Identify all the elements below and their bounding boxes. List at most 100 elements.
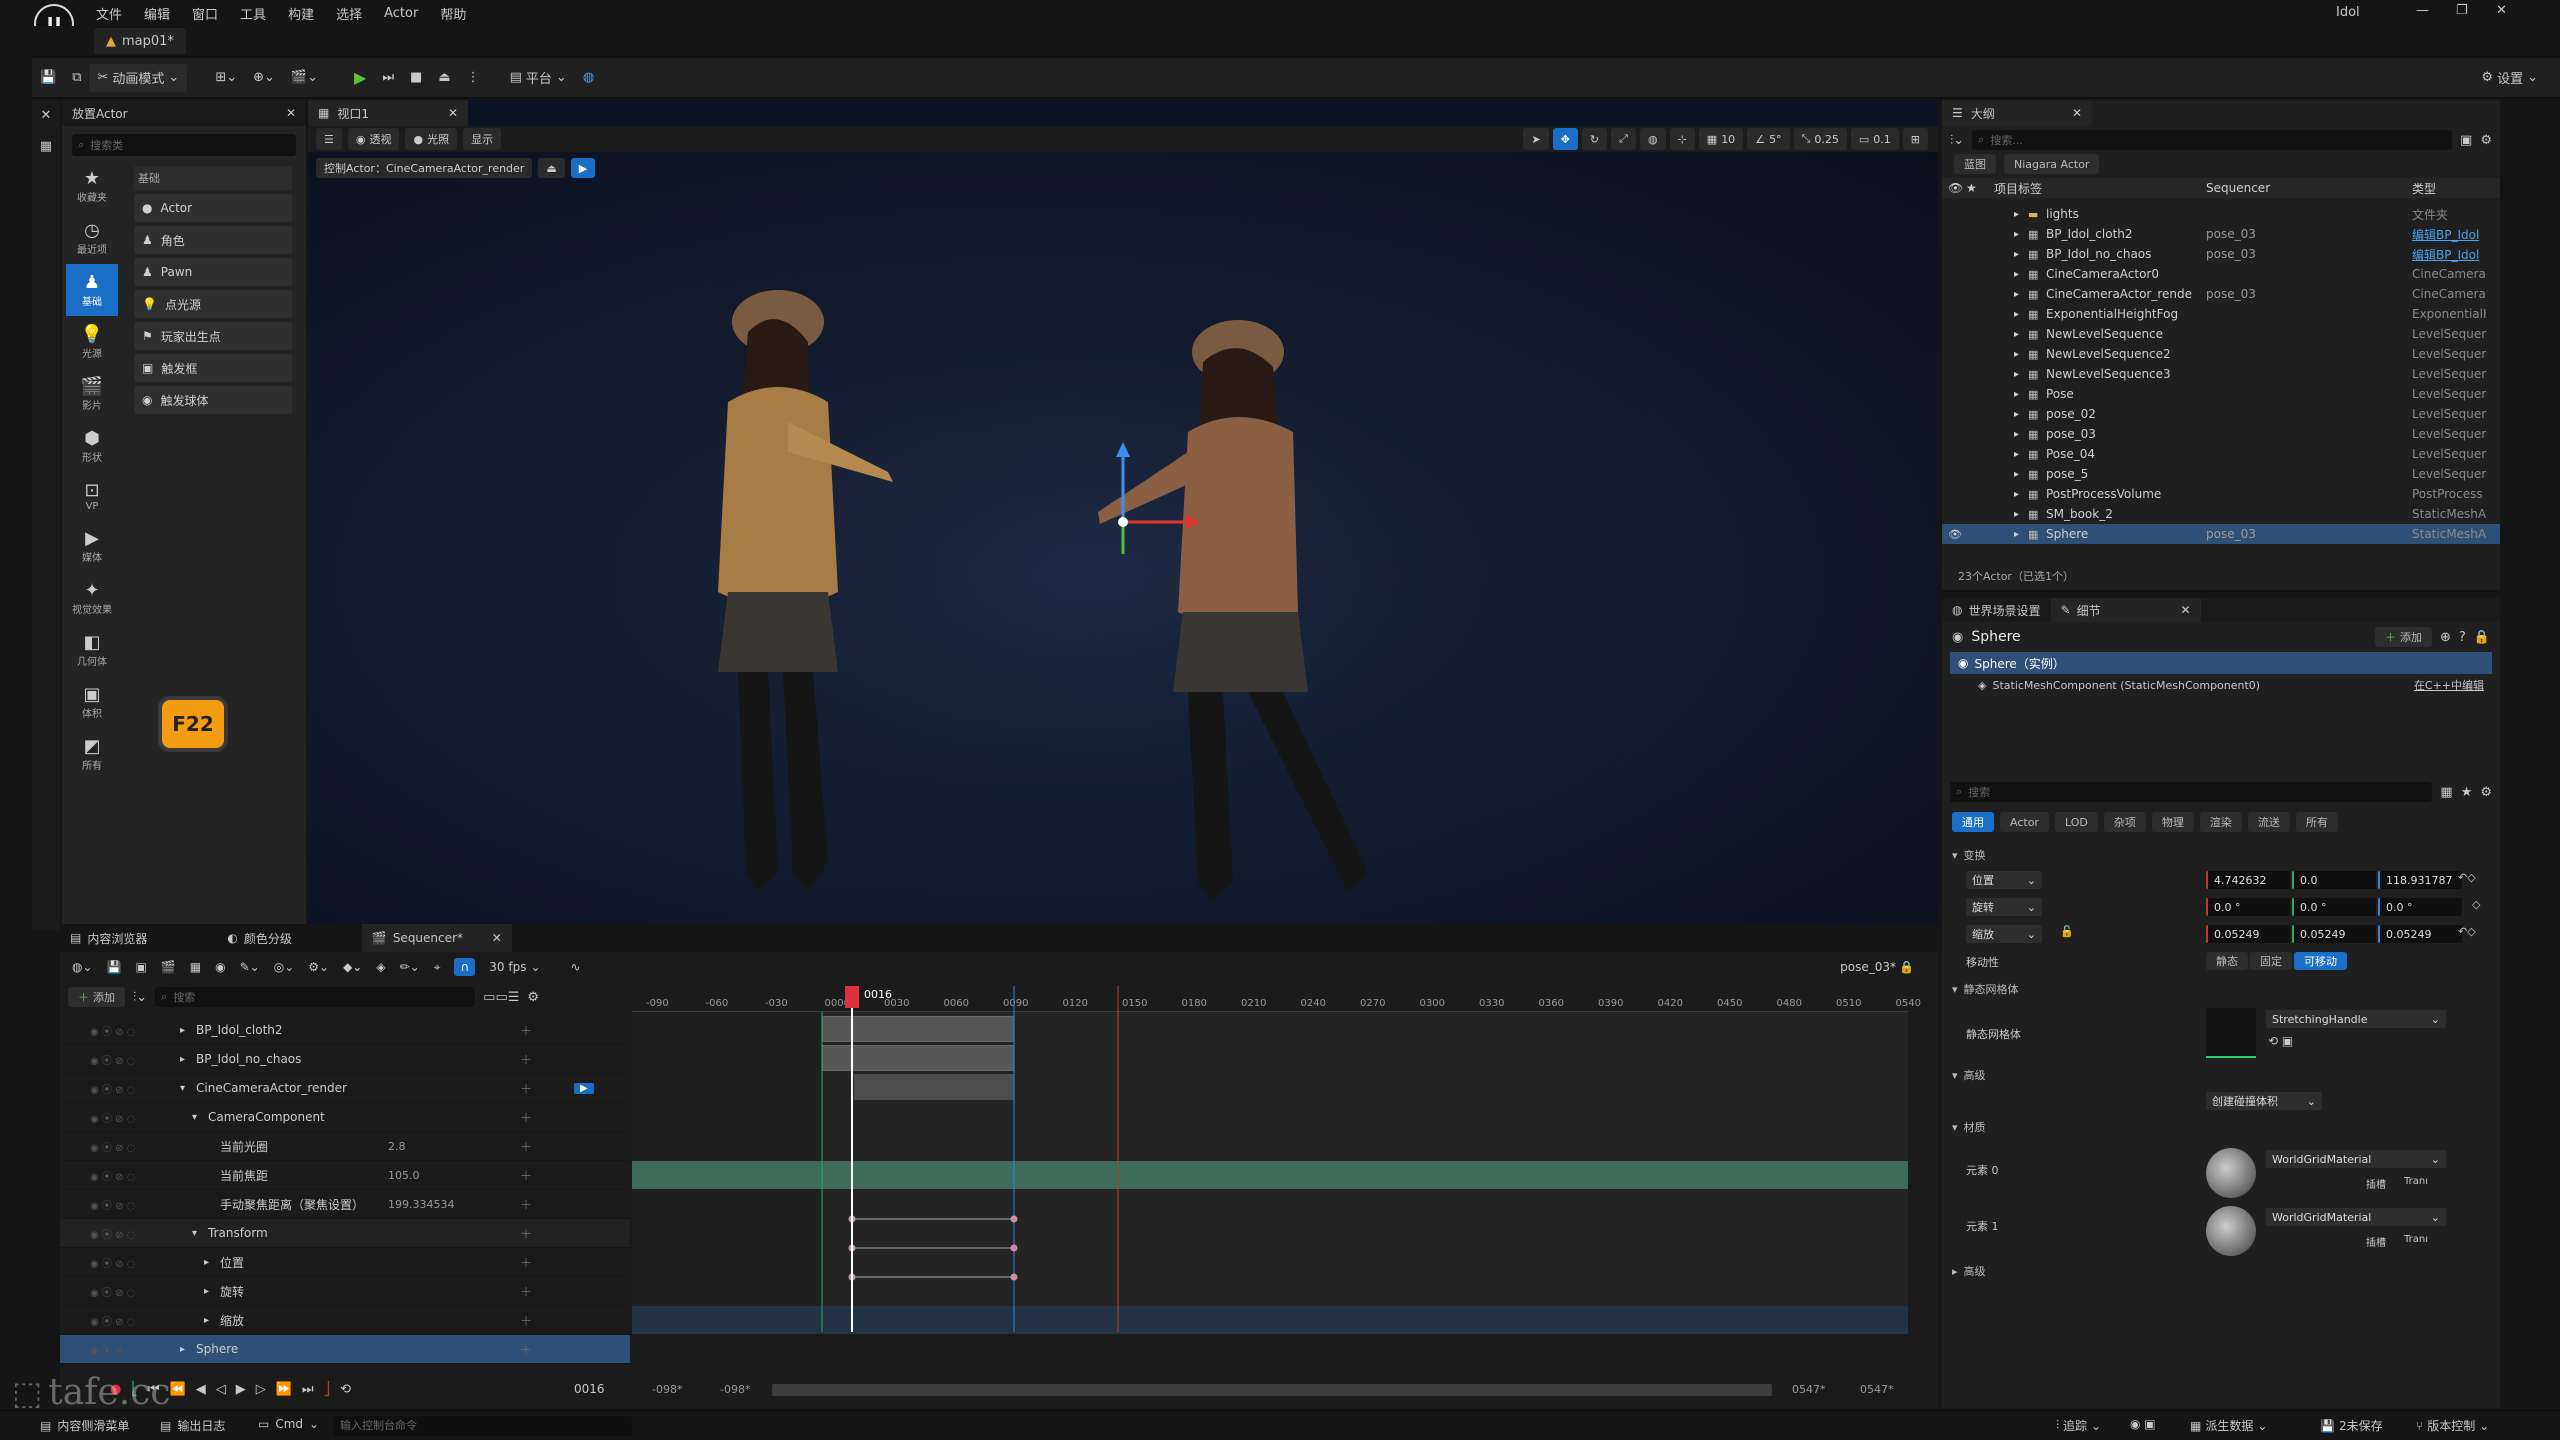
outliner-row-type[interactable]: LevelSequer [2412,407,2486,421]
chevron-right-icon[interactable]: ▸ [180,1054,185,1065]
add-actor-icon[interactable]: ⊞⌄ [207,64,245,92]
track-value[interactable]: 2.8 [388,1140,406,1153]
outliner-row[interactable]: 👁 ▸ ▦ Sphere pose_03 StaticMeshA [1942,524,2500,544]
category-basic[interactable]: ♟ 基础 [66,264,118,316]
advanced-section-2[interactable]: ▸ 高级 [1942,1260,1986,1282]
eject-icon[interactable]: ⏏ [430,64,458,92]
cinematics-icon[interactable]: 🎬⌄ [283,64,326,92]
details-tab[interactable]: ✎ 细节 ✕ [2050,598,2201,622]
menu-select[interactable]: 选择 [336,4,362,23]
category-lights[interactable]: 💡 光源 [66,316,118,368]
help-icon[interactable]: ? [2459,630,2466,645]
outliner-row-type[interactable]: LevelSequer [2412,467,2486,481]
lock-icon[interactable]: 🔒 [2474,630,2490,645]
scale-z-field[interactable]: 0.05249 [2378,925,2462,943]
expand-arrow-icon[interactable]: ▸ [2014,209,2019,220]
outliner-row[interactable]: ▸ ▦ NewLevelSequence LevelSequer [1942,324,2500,344]
curve-editor-icon[interactable]: ∿ [571,960,581,974]
sequencer-track-row[interactable]: ◉ ⦿ ⊘ ◌ ▸ Sphere ＋ [60,1335,630,1364]
col-type[interactable]: 类型 [2412,180,2436,197]
select-tool-icon[interactable]: ➤ [1523,128,1549,150]
scale-x-field[interactable]: 0.05249 [2206,925,2290,943]
gear-icon[interactable]: ⚙ [2480,133,2492,148]
close-icon[interactable]: ✕ [2180,603,2190,617]
slot-label-0[interactable]: 插槽 [2366,1176,2386,1191]
add-key-icon[interactable]: ＋ [520,1138,532,1155]
sequencer-track-row[interactable]: ◉ ⦿ ⊘ ◌ ▸ BP_Idol_cloth2 ＋ [60,1016,630,1045]
cmd-dropdown[interactable]: ▭ Cmd ⌄ [258,1417,319,1431]
expand-arrow-icon[interactable]: ▸ [2014,289,2019,300]
settings-dropdown[interactable]: ⚙ 设置 ⌄ [2473,64,2546,92]
add-track-button[interactable]: ＋ 添加 [68,987,125,1007]
play-reverse-icon[interactable]: ◁ [216,1382,226,1397]
category-volumes[interactable]: ▣ 体积 [66,676,118,728]
outliner-row[interactable]: ▸ ▦ BP_Idol_cloth2 pose_03 编辑BP_Idol [1942,224,2500,244]
loop-icon[interactable]: ⟲ [340,1382,351,1397]
outliner-row-type[interactable]: LevelSequer [2412,387,2486,401]
world-icon[interactable]: ◍⌄ [72,960,93,974]
star-icon[interactable]: ★ [2461,785,2473,800]
key-icon[interactable]: ✎⌄ [240,960,260,974]
sequencer-track-row[interactable]: ◉ ⦿ ⊘ ◌ ▸ 位置 ＋ [60,1248,630,1277]
rotate-tool-icon[interactable]: ↻ [1581,128,1608,150]
chevron-right-icon[interactable]: ▸ [204,1286,209,1297]
filter-all[interactable]: 所有 [2295,812,2338,832]
material-thumbnail-1[interactable] [2206,1206,2256,1256]
reset-icon[interactable]: ↶◇ [2458,871,2476,884]
component-instance-row[interactable]: ◉ Sphere（实例） [1950,652,2492,674]
create-collision-dropdown[interactable]: 创建碰撞体积 ⌄ [2206,1092,2322,1110]
film-icon[interactable]: ▦ [190,960,201,974]
sequencer-track-row[interactable]: ◉ ⦿ ⊘ ◌ 当前光圈 2.8 ＋ [60,1132,630,1161]
category-vfx[interactable]: ✦ 视觉效果 [66,572,118,624]
columns-icon[interactable]: ▭▭☰ [483,990,519,1005]
translate-tool-icon[interactable]: ✥ [1552,128,1578,150]
blueprint-icon[interactable]: ⊕⌄ [245,64,283,92]
outliner-row-type[interactable]: LevelSequer [2412,327,2486,341]
gear-icon[interactable]: ⚙ [2480,785,2492,800]
track-toggle-icons[interactable]: ◉ ⦿ ⊘ ◌ [90,1110,135,1125]
lock-icon[interactable]: 🔓 [2060,925,2074,938]
transform-section[interactable]: ▾ 变换 [1942,844,1986,866]
timeline-scrollbar[interactable] [772,1384,1772,1396]
expand-arrow-icon[interactable]: ▸ [2014,429,2019,440]
sequencer-track-row[interactable]: ◉ ⦿ ⊘ ◌ ▸ 旋转 ＋ [60,1277,630,1306]
rotation-z-field[interactable]: 0.0 ° [2378,898,2462,916]
filter-physics[interactable]: 物理 [2151,812,2194,832]
prev-key-icon[interactable]: ⏪ [170,1382,186,1397]
track-toggle-icons[interactable]: ◉ ⦿ ⊘ ◌ [90,1081,135,1096]
category-recent[interactable]: ◷ 最近项 [66,212,118,264]
keyframe-icon[interactable]: ◆⌄ [343,960,362,974]
lock-icon[interactable]: 🔒 [1899,960,1914,974]
play-forward-icon[interactable]: ▶ [236,1382,246,1397]
expand-arrow-icon[interactable]: ▸ [2014,409,2019,420]
actor-item-trigger-sphere[interactable]: ◉ 触发球体 [134,386,292,414]
sequencer-track-row[interactable]: ◉ ⦿ ⊘ ◌ ▾ Transform ＋ [60,1219,630,1248]
close-icon[interactable]: ✕ [286,106,296,120]
filter-icon[interactable]: ⫶⌄ [133,990,147,1005]
outliner-row[interactable]: ▸ ▦ PostProcessVolume PostProcess [1942,484,2500,504]
browse-icon[interactable]: ⟲ ▣ [2268,1034,2293,1048]
sequencer-track-row[interactable]: ◉ ⦿ ⊘ ◌ ▾ CameraComponent ＋ [60,1103,630,1132]
slot-label-1[interactable]: 插槽 [2366,1234,2386,1249]
add-key-icon[interactable]: ＋ [520,1051,532,1068]
category-media[interactable]: ▶ 媒体 [66,520,118,572]
expand-arrow-icon[interactable]: ▸ [2014,269,2019,280]
filter-lod[interactable]: LOD [2054,812,2098,832]
outliner-row-type[interactable]: 编辑BP_Idol [2412,246,2486,263]
add-key-icon[interactable]: ＋ [520,1283,532,1300]
add-key-icon[interactable]: ＋ [520,1312,532,1329]
tran-label-1[interactable]: Tranı [2404,1234,2428,1245]
outliner-row-type[interactable]: StaticMeshA [2412,527,2486,541]
map-tab[interactable]: ▲ map01* [94,28,186,54]
track-toggle-icons[interactable]: ◉ ⦿ ⊘ ◌ [90,1023,135,1038]
location-x-field[interactable]: 4.742632 [2206,871,2290,889]
menu-window[interactable]: 窗口 [192,4,218,23]
sequencer-track-row[interactable]: ◉ ⦿ ⊘ ◌ ▸ 缩放 ＋ [60,1306,630,1335]
sequencer-track-row[interactable]: ◉ ⦿ ⊘ ◌ ▸ BP_Idol_no_chaos ＋ [60,1045,630,1074]
filter-blueprint[interactable]: 蓝图 [1954,154,1996,174]
col-sequencer[interactable]: Sequencer [2206,181,2270,195]
surface-snap-icon[interactable]: ⊹ [1669,128,1695,150]
filter-rendering[interactable]: 渲染 [2199,812,2242,832]
tab-content-browser[interactable]: ▤ 内容浏览器 [60,924,157,952]
sequencer-track-row[interactable]: ◉ ⦿ ⊘ ◌ 当前焦距 105.0 ＋ [60,1161,630,1190]
